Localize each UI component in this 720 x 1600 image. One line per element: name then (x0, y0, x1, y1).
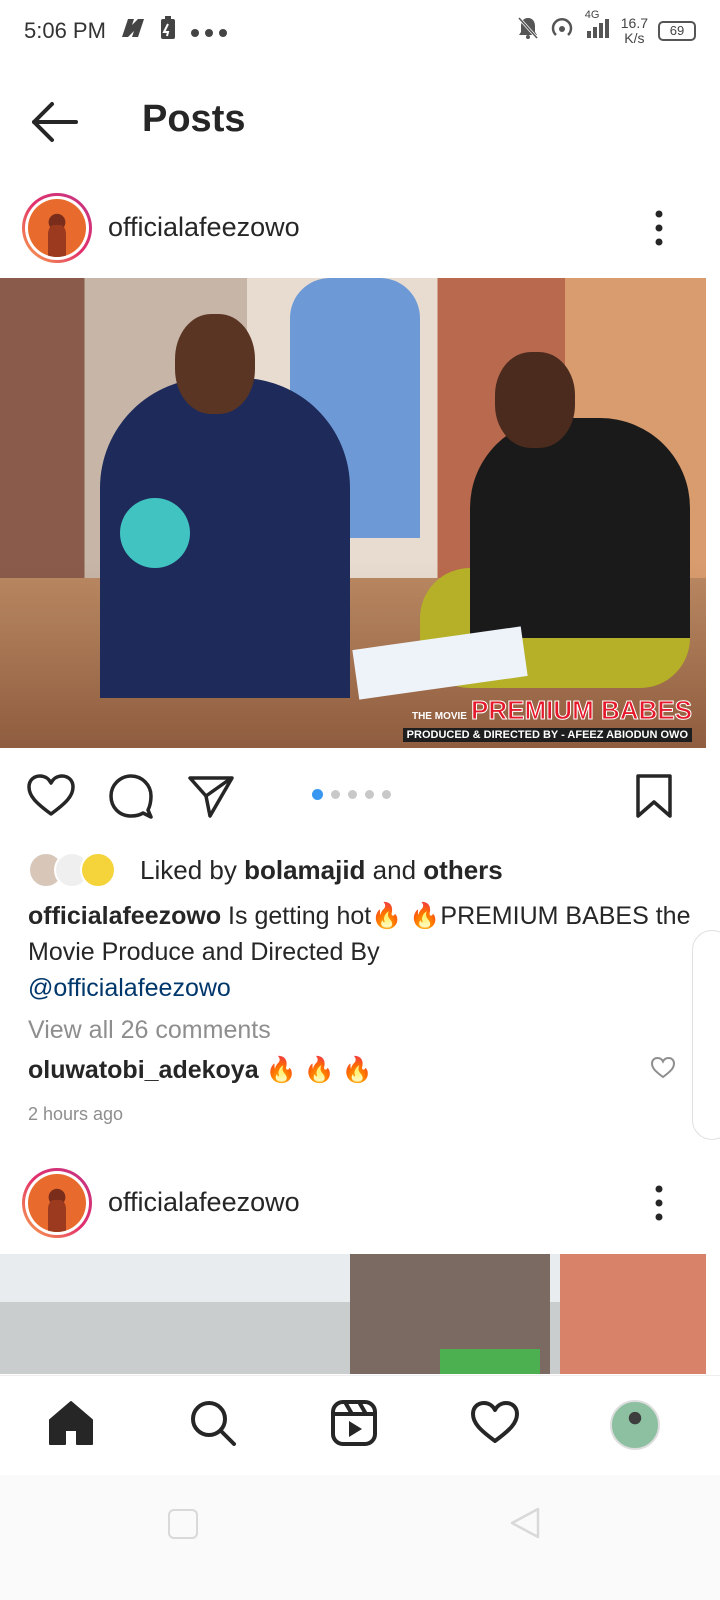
mute-icon (517, 16, 539, 46)
post-header: officialafeezowo (0, 188, 720, 268)
search-icon (191, 1401, 236, 1446)
post-photo[interactable]: THE MOVIE PREMIUM BABES PRODUCED & DIRECT… (0, 278, 706, 748)
view-all-comments-link[interactable]: View all 26 comments (28, 1016, 271, 1045)
comment-icon (109, 774, 153, 819)
comment-text: 🔥 🔥 🔥 (265, 1056, 373, 1084)
post-username[interactable]: officialafeezowo (108, 1187, 300, 1218)
caption-mention[interactable]: @officialafeezowo (28, 974, 231, 1002)
like-button[interactable] (26, 772, 76, 820)
post-avatar[interactable] (22, 1168, 92, 1238)
nav-activity[interactable] (470, 1398, 520, 1448)
nav-reels[interactable] (329, 1398, 379, 1448)
post-caption: officialafeezowo Is getting hot🔥 🔥PREMIU… (28, 902, 691, 1002)
share-button[interactable] (186, 772, 236, 820)
more-options-button[interactable] (650, 1179, 668, 1227)
page-title: Posts (142, 98, 246, 140)
carousel-dot (331, 790, 340, 799)
battery-indicator: 69 (658, 21, 696, 41)
system-back-button[interactable] (508, 1505, 544, 1541)
triangle-back-icon (510, 1507, 540, 1539)
post-avatar[interactable] (22, 193, 92, 263)
notification-n-icon (120, 17, 146, 45)
network-type: 4G (584, 9, 600, 21)
network-speed: 16.7 K/s (620, 15, 648, 46)
more-vertical-icon (655, 210, 663, 246)
likes-others[interactable]: others (423, 855, 502, 885)
heart-icon (650, 1056, 676, 1079)
profile-avatar[interactable] (610, 1400, 660, 1450)
nav-home[interactable] (46, 1398, 96, 1448)
carousel-dot (312, 789, 323, 800)
battery-saver-icon (160, 16, 176, 46)
carousel-dot (348, 790, 357, 799)
carousel-indicator (312, 789, 391, 800)
carousel-dot (365, 790, 374, 799)
comment-button[interactable] (106, 772, 156, 820)
nav-search[interactable] (188, 1398, 238, 1448)
bottom-navigation (0, 1375, 720, 1475)
liker-avatar (80, 852, 116, 888)
post-username[interactable]: officialafeezowo (108, 212, 300, 243)
post-photo[interactable] (0, 1254, 706, 1374)
side-edge-panel[interactable] (692, 930, 720, 1140)
activity-heart-icon (471, 1401, 519, 1443)
comment-username[interactable]: oluwatobi_adekoya (28, 1056, 259, 1084)
comment-like-button[interactable] (650, 1056, 676, 1080)
likes-row[interactable]: Liked by bolamajid and others (28, 850, 708, 890)
top-header: Posts (0, 80, 720, 164)
send-icon (188, 776, 234, 818)
status-bar: 5:06 PM 4G 16.7 K/s 69 (0, 0, 720, 62)
hotspot-icon (549, 15, 575, 47)
signal-icon: 4G (585, 9, 611, 45)
bookmark-icon (636, 774, 672, 818)
caption-username[interactable]: officialafeezowo (28, 902, 221, 930)
heart-icon (27, 774, 75, 816)
photo-text-overlay: THE MOVIE PREMIUM BABES PRODUCED & DIRECT… (402, 695, 693, 742)
fire-emoji: 🔥 🔥 (371, 902, 441, 930)
post-actions (0, 760, 720, 830)
system-home-button[interactable] (168, 1509, 198, 1539)
post-timestamp: 2 hours ago (28, 1104, 124, 1124)
likes-text: Liked by bolamajid and others (140, 854, 503, 885)
home-icon (49, 1401, 93, 1445)
save-button[interactable] (632, 772, 682, 820)
liker-avatars (28, 852, 128, 888)
more-dots-icon (190, 18, 228, 44)
post-header: officialafeezowo (0, 1163, 720, 1243)
reels-icon (331, 1400, 377, 1446)
carousel-dot (382, 790, 391, 799)
arrow-left-icon (32, 102, 78, 142)
liker-username[interactable]: bolamajid (244, 855, 365, 885)
back-button[interactable] (28, 100, 80, 144)
system-navigation-bar (0, 1475, 720, 1600)
comment-row: oluwatobi_adekoya 🔥 🔥 🔥 (28, 1056, 373, 1085)
more-options-button[interactable] (650, 204, 668, 252)
status-time: 5:06 PM (24, 18, 106, 43)
more-vertical-icon (655, 1185, 663, 1221)
